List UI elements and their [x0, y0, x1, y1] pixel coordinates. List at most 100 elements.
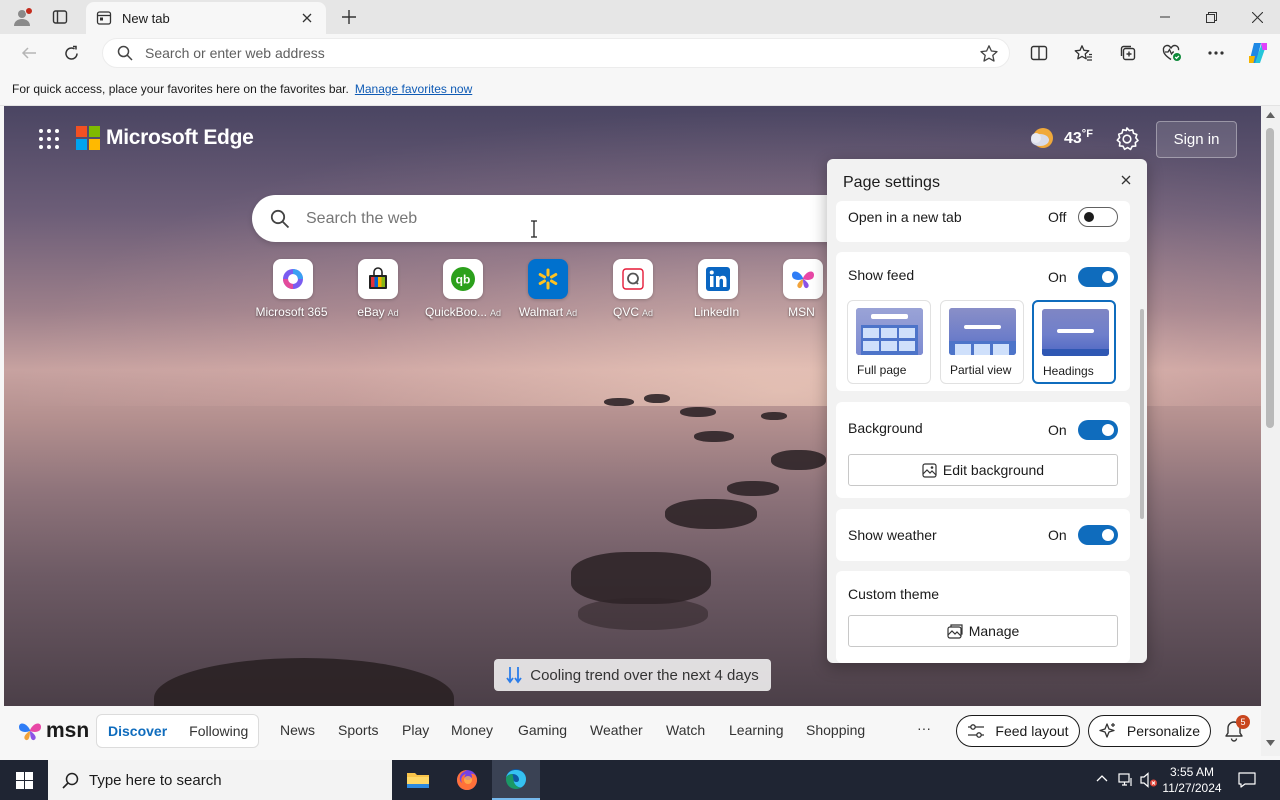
quicklink-walmart[interactable]: Walmart Ad: [507, 259, 589, 319]
notification-center-icon: [1238, 772, 1256, 788]
personalize-button[interactable]: Personalize: [1088, 715, 1211, 747]
quicklink-quickbooks[interactable]: qb QuickBoo... Ad: [422, 259, 504, 319]
manage-favorites-link[interactable]: Manage favorites now: [355, 82, 472, 96]
copilot-icon: [1249, 43, 1267, 63]
nav-weather[interactable]: Weather: [590, 722, 643, 738]
system-clock[interactable]: 3:55 AM 11/27/2024: [1160, 764, 1224, 796]
following-tab[interactable]: Following: [189, 723, 248, 739]
nav-more[interactable]: ···: [917, 720, 931, 736]
quicklink-name: MSN: [788, 305, 815, 319]
quicklink-tile: [698, 259, 738, 299]
weather-widget[interactable]: 43 °F: [1030, 126, 1093, 152]
nav-news[interactable]: News: [280, 722, 315, 738]
nav-watch[interactable]: Watch: [666, 722, 705, 738]
show-feed-toggle[interactable]: [1078, 267, 1118, 287]
address-bar[interactable]: [102, 38, 1010, 68]
split-screen-icon: [1030, 45, 1048, 61]
nav-learning[interactable]: Learning: [729, 722, 784, 738]
minimize-button[interactable]: [1142, 0, 1188, 34]
restore-button[interactable]: [1188, 0, 1234, 34]
msn-butterfly-icon: [19, 723, 41, 741]
panel-scrollbar[interactable]: [1140, 309, 1144, 519]
background-label: Background: [848, 420, 923, 436]
page-settings-close-button[interactable]: [1117, 171, 1135, 189]
profile-button[interactable]: [8, 4, 36, 30]
collections-icon: [1120, 45, 1136, 61]
weather-trend-banner[interactable]: Cooling trend over the next 4 days: [494, 659, 771, 691]
refresh-button[interactable]: [56, 39, 86, 67]
browser-essentials-button[interactable]: [1157, 39, 1187, 67]
profile-alert-dot: [25, 7, 33, 15]
notifications-button[interactable]: 5: [1224, 715, 1250, 742]
microsoft-logo-icon: [76, 126, 100, 150]
copilot-button[interactable]: [1243, 39, 1273, 67]
weather-trend-text: Cooling trend over the next 4 days: [530, 666, 759, 684]
show-hidden-icons-chevron-icon[interactable]: [1096, 774, 1108, 782]
open-new-tab-toggle[interactable]: [1078, 207, 1118, 227]
tab-new-tab[interactable]: New tab: [86, 2, 326, 34]
msn-logo[interactable]: msn: [16, 718, 89, 744]
favorite-star-icon[interactable]: [979, 44, 999, 64]
background-toggle[interactable]: [1078, 420, 1118, 440]
nav-play[interactable]: Play: [402, 722, 429, 738]
file-explorer-taskbar-button[interactable]: [394, 760, 442, 800]
quicklink-linkedin[interactable]: LinkedIn: [677, 259, 759, 319]
scroll-up-arrow-icon[interactable]: [1266, 112, 1275, 118]
weather-temperature: 43: [1064, 130, 1082, 147]
layout-full-page[interactable]: Full page: [847, 300, 931, 384]
nav-sports[interactable]: Sports: [338, 722, 378, 738]
layout-headings[interactable]: Headings: [1032, 300, 1116, 384]
sign-in-button[interactable]: Sign in: [1156, 121, 1237, 158]
manage-theme-button[interactable]: Manage: [848, 615, 1118, 647]
web-search-box[interactable]: [252, 195, 852, 242]
close-icon: [1121, 175, 1131, 185]
scrollbar-thumb[interactable]: [1266, 128, 1274, 428]
quicklink-name: Microsoft 365: [255, 305, 328, 319]
toggle-knob: [1102, 271, 1114, 283]
tab-actions-button[interactable]: [46, 5, 74, 29]
layout-partial-view[interactable]: Partial view: [940, 300, 1024, 384]
address-input[interactable]: [145, 45, 945, 61]
rock: [604, 398, 634, 406]
edit-background-button[interactable]: Edit background: [848, 454, 1118, 486]
firefox-taskbar-button[interactable]: [443, 760, 491, 800]
quicklink-tile: [613, 259, 653, 299]
favorites-button[interactable]: [1068, 39, 1098, 67]
split-screen-button[interactable]: [1024, 39, 1054, 67]
rock: [680, 407, 716, 417]
tab-close-button[interactable]: [298, 9, 316, 27]
quicklink-qvc[interactable]: QVC Ad: [592, 259, 674, 319]
close-window-button[interactable]: [1234, 0, 1280, 34]
feed-layout-button[interactable]: Feed layout: [956, 715, 1080, 747]
page-scrollbar[interactable]: [1261, 106, 1280, 756]
nav-money[interactable]: Money: [451, 722, 493, 738]
edge-taskbar-button[interactable]: [492, 760, 540, 800]
quicklink-microsoft-365[interactable]: Microsoft 365: [252, 259, 334, 319]
open-new-tab-label: Open in a new tab: [848, 209, 962, 225]
new-tab-button[interactable]: [336, 5, 362, 29]
show-weather-toggle[interactable]: [1078, 525, 1118, 545]
nav-shopping[interactable]: Shopping: [806, 722, 865, 738]
page-settings-gear-icon[interactable]: [1114, 126, 1140, 152]
search-icon: [62, 772, 79, 789]
quicklink-ebay[interactable]: eBay Ad: [337, 259, 419, 319]
apps-launcher-icon[interactable]: [38, 128, 60, 150]
action-center-button[interactable]: [1232, 760, 1262, 800]
discover-tab[interactable]: Discover: [108, 723, 167, 739]
volume-muted-icon[interactable]: [1140, 772, 1158, 788]
feed-layout-label: Feed layout: [995, 723, 1069, 739]
nav-gaming[interactable]: Gaming: [518, 722, 567, 738]
collections-button[interactable]: [1113, 39, 1143, 67]
web-search-input[interactable]: [306, 209, 806, 228]
discover-following-toggle: Discover Following: [96, 714, 259, 748]
toggle-knob: [1102, 529, 1114, 541]
network-icon[interactable]: [1118, 772, 1134, 788]
taskbar-search-box[interactable]: Type here to search: [48, 760, 392, 800]
rock: [761, 412, 787, 420]
scroll-down-arrow-icon[interactable]: [1266, 740, 1275, 746]
page-settings-title: Page settings: [843, 174, 940, 191]
start-button[interactable]: [0, 760, 48, 800]
back-button[interactable]: [14, 39, 44, 67]
settings-and-more-button[interactable]: [1201, 39, 1231, 67]
minimize-icon: [1160, 16, 1170, 18]
